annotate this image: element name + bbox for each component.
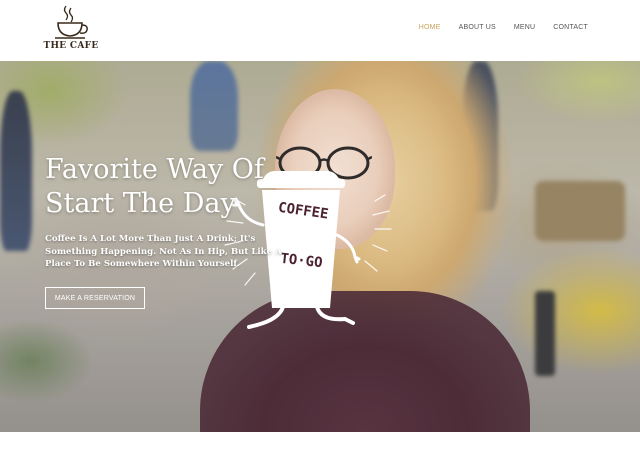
hero-title: Favorite Way Of Start The Day [45, 153, 315, 221]
coffee-cup-icon [55, 5, 88, 39]
hero-description: Coffee Is A Lot More Than Just A Drink; … [45, 234, 282, 269]
brand-name: THE CAFE [43, 41, 99, 51]
hero-title-line1: Favorite Way Of [45, 154, 264, 185]
hero-title-line2: Start The Day [45, 188, 236, 219]
nav-item-contact[interactable]: CONTACT [553, 24, 588, 31]
nav-item-about-us[interactable]: ABOUT US [459, 24, 496, 31]
hero-section: COFFEE TO·GO Favorite Way Of Start The D… [0, 61, 640, 432]
nav-item-home[interactable]: HOME [419, 24, 441, 31]
make-reservation-button[interactable]: MAKE A RESERVATION [45, 287, 145, 309]
brand-logo[interactable]: THE CAFE [40, 4, 102, 56]
nav-item-menu[interactable]: MENU [514, 24, 535, 31]
main-nav: HOME ABOUT US MENU CONTACT [419, 24, 588, 31]
site-header: THE CAFE HOME ABOUT US MENU CONTACT [0, 0, 640, 61]
